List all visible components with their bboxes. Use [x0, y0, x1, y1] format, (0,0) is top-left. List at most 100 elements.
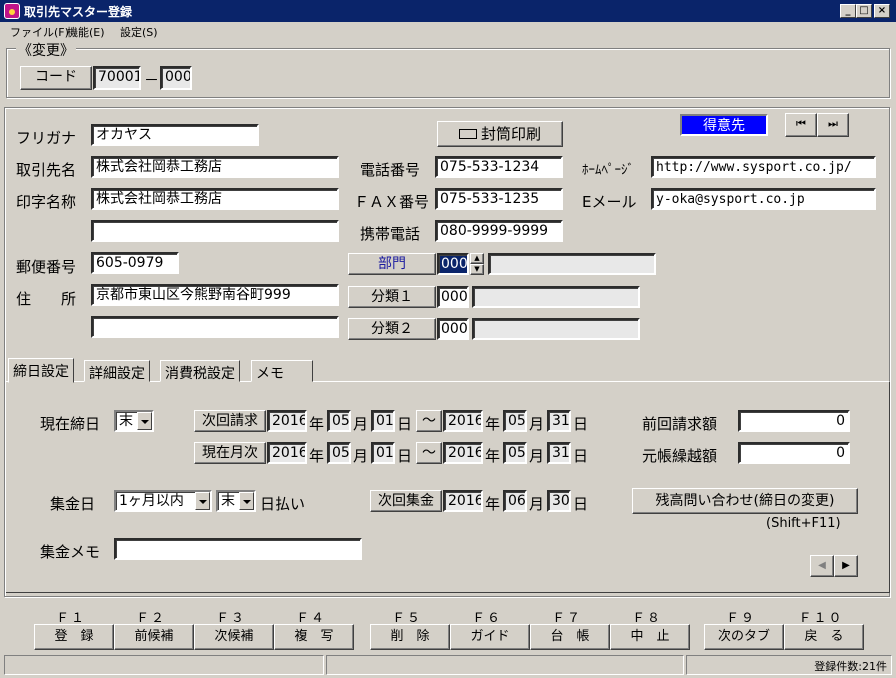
minimize-button[interactable]: _ — [840, 4, 856, 18]
balance-inquiry-button[interactable]: 残高問い合わせ(締日の変更) — [632, 488, 858, 514]
department-spinner[interactable]: ▲ ▼ — [470, 253, 484, 275]
tab-scroll-left[interactable]: ◀ — [810, 555, 834, 577]
fax-field[interactable]: 075-533-1235 — [435, 188, 563, 210]
collect-month-select[interactable]: 1ヶ月以内 — [114, 490, 212, 512]
print-name2-field[interactable] — [91, 220, 339, 242]
current-closing-select[interactable]: 末 — [114, 410, 154, 432]
print-name-field[interactable]: 株式会社岡恭工務店 — [91, 188, 339, 210]
category1-button[interactable]: 分類１ — [348, 286, 436, 308]
address2-field[interactable] — [91, 316, 339, 338]
range-tilde: ～ — [416, 410, 442, 432]
menu-function[interactable]: 機能(E) — [67, 24, 105, 40]
inv-to-year[interactable]: 2016 — [443, 410, 483, 432]
mon-to-day[interactable]: 31 — [547, 442, 571, 464]
zip-field[interactable]: 605-0979 — [91, 252, 179, 274]
envelope-print-button[interactable]: 封筒印刷 — [437, 121, 563, 147]
status-pane-1 — [4, 655, 324, 675]
tab-tax[interactable]: 消費税設定 — [160, 360, 240, 382]
inv-from-month[interactable]: 05 — [327, 410, 351, 432]
dropdown-arrow-icon[interactable] — [239, 492, 254, 510]
current-closing-value: 末 — [119, 413, 133, 429]
menu-file[interactable]: ファイル(F) — [10, 24, 69, 40]
tel-field[interactable]: 075-533-1234 — [435, 156, 563, 178]
code-field[interactable]: 70001 — [93, 66, 141, 90]
furigana-field[interactable]: オカヤス — [91, 124, 259, 146]
collect-memo-label: 集金メモ — [40, 543, 101, 561]
name-field[interactable]: 株式会社岡恭工務店 — [91, 156, 339, 178]
maximize-button[interactable]: □ — [856, 4, 872, 18]
address1-field[interactable]: 京都市東山区今熊野南谷町999 — [91, 284, 339, 306]
code-dash: － — [144, 71, 160, 89]
nichi-label: 日 — [573, 447, 589, 465]
tab-memo[interactable]: メモ — [251, 360, 313, 382]
prev-candidate-button[interactable]: 前候補 — [114, 624, 194, 650]
code-button[interactable]: コード — [20, 66, 92, 90]
inv-to-month[interactable]: 05 — [503, 410, 527, 432]
change-group-legend: 《変更》 — [16, 40, 76, 60]
delete-button[interactable]: 削 除 — [370, 624, 450, 650]
mobile-field[interactable]: 080-9999-9999 — [435, 220, 563, 242]
inv-to-day[interactable]: 31 — [547, 410, 571, 432]
gatsu-label: 月 — [353, 447, 369, 465]
next-candidate-button[interactable]: 次候補 — [194, 624, 274, 650]
menu-settings[interactable]: 設定(S) — [120, 24, 158, 40]
mon-from-month[interactable]: 05 — [327, 442, 351, 464]
department-name-field — [488, 253, 656, 275]
prev-invoice-field[interactable]: 0 — [738, 410, 850, 432]
mon-from-day[interactable]: 01 — [371, 442, 395, 464]
status-pane-2 — [326, 655, 684, 675]
mon-to-year[interactable]: 2016 — [443, 442, 483, 464]
spin-down-icon[interactable]: ▼ — [470, 264, 484, 275]
nen-label: 年 — [309, 415, 325, 433]
code-sub-field[interactable]: 000 — [160, 66, 192, 90]
envelope-print-label: 封筒印刷 — [480, 125, 541, 143]
title-bar[interactable]: 取引先マスター登録 _ □ × — [0, 0, 896, 22]
first-record-button[interactable]: ⏮ — [785, 113, 817, 137]
collect-day[interactable]: 30 — [547, 490, 571, 512]
email-field[interactable]: y-oka@sysport.co.jp — [651, 188, 876, 210]
last-record-button[interactable]: ⏭ — [817, 113, 849, 137]
next-tab-button[interactable]: 次のタブ — [704, 624, 784, 650]
department-button[interactable]: 部門 — [348, 253, 436, 275]
tab-scroll-right[interactable]: ▶ — [834, 555, 858, 577]
register-button[interactable]: 登 録 — [34, 624, 114, 650]
tab-detail[interactable]: 詳細設定 — [84, 360, 150, 382]
nen-label: 年 — [485, 495, 501, 513]
collect-day-select[interactable]: 末 — [216, 490, 256, 512]
close-button[interactable]: × — [874, 4, 890, 18]
collect-month[interactable]: 06 — [503, 490, 527, 512]
spin-up-icon[interactable]: ▲ — [470, 253, 484, 264]
department-code-field[interactable]: 000 — [437, 253, 469, 275]
print-name-label: 印字名称 — [16, 193, 77, 211]
collect-year[interactable]: 2016 — [443, 490, 483, 512]
email-label: Eメール — [582, 193, 637, 211]
current-month-button[interactable]: 現在月次 — [194, 442, 266, 464]
carry-label: 元帳繰越額 — [642, 447, 718, 465]
next-collect-button[interactable]: 次回集金 — [370, 490, 442, 512]
category2-code-field[interactable]: 000 — [437, 318, 469, 340]
first-icon: ⏮ — [796, 117, 806, 130]
guide-button[interactable]: ガイド — [450, 624, 530, 650]
dropdown-arrow-icon[interactable] — [195, 492, 210, 510]
mobile-label: 携帯電話 — [360, 225, 421, 243]
homepage-label: ﾎｰﾑﾍﾟｰｼﾞ — [582, 163, 634, 178]
ledger-button[interactable]: 台 帳 — [530, 624, 610, 650]
category2-button[interactable]: 分類２ — [348, 318, 436, 340]
homepage-field[interactable]: http://www.sysport.co.jp/ — [651, 156, 876, 178]
category1-code-field[interactable]: 000 — [437, 286, 469, 308]
tab-closing[interactable]: 締日設定 — [8, 358, 74, 383]
next-invoice-button[interactable]: 次回請求 — [194, 410, 266, 432]
dropdown-arrow-icon[interactable] — [137, 412, 152, 430]
scroll-right-icon: ▶ — [842, 560, 850, 571]
cancel-button[interactable]: 中 止 — [610, 624, 690, 650]
category1-name-field — [472, 286, 640, 308]
inv-from-day[interactable]: 01 — [371, 410, 395, 432]
inv-from-year[interactable]: 2016 — [267, 410, 307, 432]
copy-button[interactable]: 複 写 — [274, 624, 354, 650]
mon-to-month[interactable]: 05 — [503, 442, 527, 464]
collect-memo-field[interactable] — [114, 538, 362, 560]
back-button[interactable]: 戻 る — [784, 624, 864, 650]
address-label: 住 所 — [16, 290, 77, 308]
carry-field[interactable]: 0 — [738, 442, 850, 464]
mon-from-year[interactable]: 2016 — [267, 442, 307, 464]
